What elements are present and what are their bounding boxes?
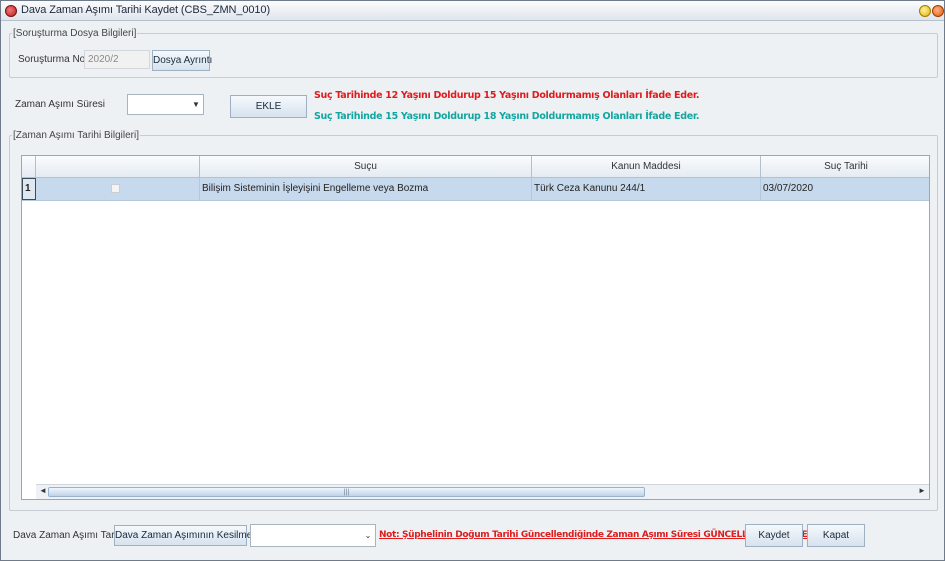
chevron-down-icon[interactable]: ▼ [189, 95, 203, 114]
row-checkbox[interactable] [111, 184, 120, 193]
note-teal-age-15-18: Suç Tarihinde 15 Yaşını Doldurup 18 Yaşı… [314, 111, 700, 122]
law-article-cell: Türk Ceza Kanunu 244/1 [532, 178, 761, 200]
table-row[interactable]: 1 Bilişim Sisteminin İşleyişini Engellem… [22, 178, 929, 201]
app-window: Dava Zaman Aşımı Tarihi Kaydet (CBS_ZMN_… [0, 0, 945, 561]
crime-cell: Bilişim Sisteminin İşleyişini Engelleme … [200, 178, 532, 200]
add-button[interactable]: EKLE [230, 95, 307, 118]
title-bar[interactable]: Dava Zaman Aşımı Tarihi Kaydet (CBS_ZMN_… [1, 1, 944, 21]
limitation-duration-label: Zaman Aşımı Süresi [15, 99, 106, 110]
chevron-down-icon[interactable]: ⌄ [361, 525, 375, 546]
column-header-law-article[interactable]: Kanun Maddesi [532, 156, 761, 178]
column-header-crime[interactable]: Suçu [200, 156, 532, 178]
investigation-number-label: Soruşturma No : [18, 54, 91, 65]
limitation-duration-select[interactable]: ▼ [127, 94, 204, 115]
note-red-age-12-15: Suç Tarihinde 12 Yaşını Doldurup 15 Yaşı… [314, 90, 700, 101]
horizontal-scrollbar[interactable]: ◄ ||| ► [36, 484, 929, 499]
limitation-date-label: Dava Zaman Aşımı Tarihi [13, 530, 125, 541]
investigation-number-field[interactable]: 2020/2 [84, 50, 150, 69]
close-button[interactable]: Kapat [807, 524, 865, 547]
limitation-grid-legend: [Zaman Aşımı Tarihi Bilgileri] [13, 130, 139, 141]
save-button[interactable]: Kaydet [745, 524, 803, 547]
minimize-icon[interactable] [919, 5, 931, 17]
file-details-button[interactable]: Dosya Ayrıntı [152, 50, 212, 71]
limitation-table[interactable]: Suçu Kanun Maddesi Suç Tarihi 1 Bilişim … [21, 155, 930, 500]
scroll-left-icon[interactable]: ◄ [39, 486, 47, 495]
scroll-thumb[interactable]: ||| [48, 487, 645, 497]
scroll-right-icon[interactable]: ► [918, 486, 926, 495]
investigation-legend: [Soruşturma Dosya Bilgileri] [13, 28, 137, 39]
row-number: 1 [22, 178, 36, 200]
crime-date-cell: 03/07/2020 [763, 183, 814, 194]
row-check-cell [36, 178, 200, 200]
row-number-header [22, 156, 36, 178]
column-header-crime-date[interactable]: Suç Tarihi [761, 156, 929, 178]
limitation-date-select[interactable]: ⌄ [250, 524, 376, 547]
app-icon [5, 5, 17, 17]
limitation-interruption-button[interactable]: Dava Zaman Aşımının Kesilmesi [114, 525, 260, 546]
window-title: Dava Zaman Aşımı Tarihi Kaydet (CBS_ZMN_… [21, 4, 271, 16]
column-header-check[interactable] [36, 156, 200, 178]
close-icon[interactable] [932, 5, 944, 17]
